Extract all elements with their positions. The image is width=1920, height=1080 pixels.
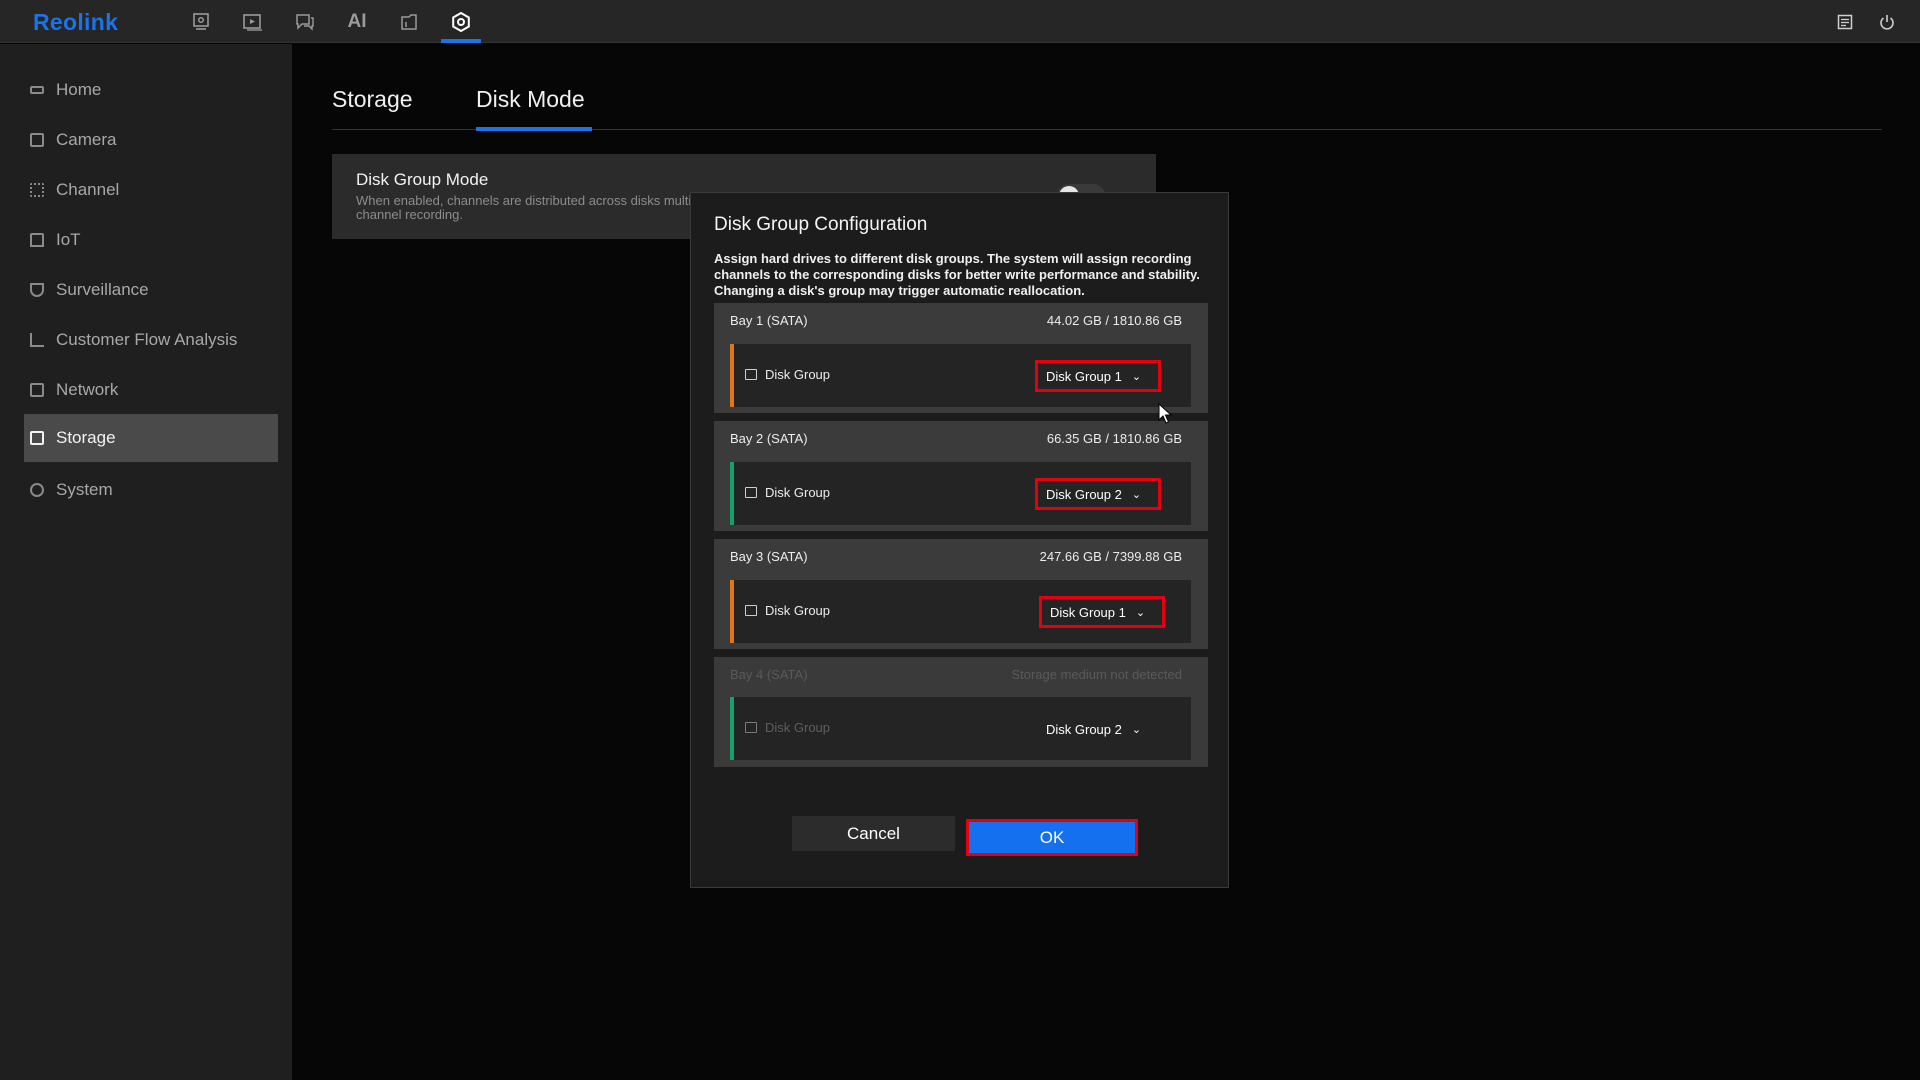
disk-group-row: Disk Group Disk Group 2 ⌄ [730, 462, 1191, 525]
sidebar-item-iot[interactable]: IoT [24, 216, 278, 264]
sidebar-item-label: Channel [56, 180, 120, 199]
bay-1-card: Bay 1 (SATA) 44.02 GB / 1810.86 GB Disk … [714, 303, 1208, 413]
disk-group-configuration-dialog: Disk Group Configuration Assign hard dri… [690, 192, 1229, 888]
shield-icon [30, 283, 44, 297]
storage-icon [30, 431, 44, 445]
disk-group-label: Disk Group [765, 603, 831, 618]
disk-group-select-value: Disk Group 1 [1050, 604, 1126, 620]
chevron-down-icon: ⌄ [1131, 370, 1142, 383]
disk-group-mode-description: When enabled, channels are distributed a… [356, 193, 696, 222]
sidebar-item-customer-flow-analysis[interactable]: Customer Flow Analysis [24, 316, 278, 364]
bay-2-card: Bay 2 (SATA) 66.35 GB / 1810.86 GB Disk … [714, 421, 1208, 531]
sidebar-item-label: Surveillance [56, 280, 149, 299]
chart-icon [30, 333, 44, 347]
sidebar-item-system[interactable]: System [24, 466, 278, 514]
ai-icon[interactable]: AI [331, 0, 383, 43]
disk-group-select-value: Disk Group 1 [1046, 368, 1122, 384]
group-color-stripe [730, 462, 734, 525]
bay-name: Bay 3 (SATA) [730, 549, 808, 564]
sidebar-item-label: IoT [56, 230, 81, 249]
bay-status: Storage medium not detected [1011, 667, 1182, 682]
disk-group-select[interactable]: Disk Group 2 ⌄ [1035, 478, 1161, 510]
camera-icon [30, 133, 44, 147]
chevron-down-icon: ⌄ [1135, 606, 1146, 619]
disk-icon [745, 605, 757, 616]
sidebar-item-label: Storage [56, 428, 116, 447]
disk-group-select: Disk Group 2 ⌄ [1035, 713, 1161, 745]
sidebar-item-channel[interactable]: Channel [24, 166, 278, 214]
disk-group-select-value: Disk Group 2 [1046, 721, 1122, 737]
sidebar-item-home[interactable]: Home [24, 66, 278, 114]
chevron-down-icon: ⌄ [1131, 488, 1142, 501]
iot-icon [30, 233, 44, 247]
disk-group-select-value: Disk Group 2 [1046, 486, 1122, 502]
disk-group-row: Disk Group Disk Group 1 ⌄ [730, 580, 1191, 643]
channel-icon [30, 183, 44, 197]
bay-4-card: Bay 4 (SATA) Storage medium not detected… [714, 657, 1208, 767]
sidebar-item-surveillance[interactable]: Surveillance [24, 266, 278, 314]
disk-group-row: Disk Group Disk Group 2 ⌄ [730, 697, 1191, 760]
cancel-button[interactable]: Cancel [792, 816, 955, 851]
disk-group-select[interactable]: Disk Group 1 ⌄ [1035, 360, 1161, 392]
bay-name: Bay 4 (SATA) [730, 667, 808, 682]
playback-icon[interactable] [227, 0, 279, 43]
home-icon [30, 86, 44, 94]
dialog-description: Assign hard drives to different disk gro… [714, 251, 1200, 298]
sidebar-item-label: Network [56, 380, 119, 399]
notes-icon[interactable] [1824, 0, 1866, 43]
disk-group-label: Disk Group [765, 720, 831, 735]
dialog-title: Disk Group Configuration [714, 214, 928, 235]
chevron-down-icon: ⌄ [1131, 723, 1142, 736]
bay-capacity: 66.35 GB / 1810.86 GB [1046, 431, 1182, 446]
tab-disk-mode[interactable]: Disk Mode [476, 80, 592, 131]
disk-group-row: Disk Group Disk Group 1 ⌄ [730, 344, 1191, 407]
sidebar-item-label: Camera [56, 130, 117, 149]
sidebar-item-label: System [56, 480, 113, 499]
files-icon[interactable] [383, 0, 435, 43]
network-icon [30, 383, 44, 397]
gear-icon [30, 483, 44, 497]
sidebar: Home Camera Channel IoT Surveillance Cus… [0, 44, 292, 1080]
tab-storage[interactable]: Storage [332, 80, 417, 130]
top-bar: Reolink AI [0, 0, 1920, 43]
settings-icon[interactable] [435, 0, 487, 43]
disk-group-label: Disk Group [765, 367, 831, 382]
top-nav: AI [175, 0, 487, 43]
tab-bar: Storage Disk Mode [332, 80, 1882, 131]
ok-button[interactable]: OK [966, 819, 1138, 856]
group-color-stripe [730, 697, 734, 760]
sidebar-item-network[interactable]: Network [24, 366, 278, 414]
bay-capacity: 247.66 GB / 7399.88 GB [1039, 549, 1182, 564]
sidebar-item-label: Home [56, 80, 102, 99]
reolink-logo: Reolink [33, 9, 119, 35]
sidebar-item-camera[interactable]: Camera [24, 116, 278, 164]
group-color-stripe [730, 580, 734, 643]
bay-name: Bay 2 (SATA) [730, 431, 808, 446]
sidebar-item-label: Customer Flow Analysis [56, 330, 238, 349]
messages-icon[interactable] [279, 0, 331, 43]
disk-group-label: Disk Group [765, 485, 831, 500]
disk-icon [745, 487, 757, 498]
sidebar-item-storage[interactable]: Storage [24, 414, 278, 462]
bay-name: Bay 1 (SATA) [730, 313, 808, 328]
bay-capacity: 44.02 GB / 1810.86 GB [1046, 313, 1182, 328]
power-icon[interactable] [1866, 0, 1908, 43]
bay-3-card: Bay 3 (SATA) 247.66 GB / 7399.88 GB Disk… [714, 539, 1208, 649]
top-right-actions [1824, 0, 1908, 43]
disk-icon [745, 722, 757, 733]
group-color-stripe [730, 344, 734, 407]
disk-group-mode-title: Disk Group Mode [356, 170, 489, 189]
disk-icon [745, 369, 757, 380]
live-view-icon[interactable] [175, 0, 227, 43]
disk-group-select[interactable]: Disk Group 1 ⌄ [1039, 596, 1165, 628]
